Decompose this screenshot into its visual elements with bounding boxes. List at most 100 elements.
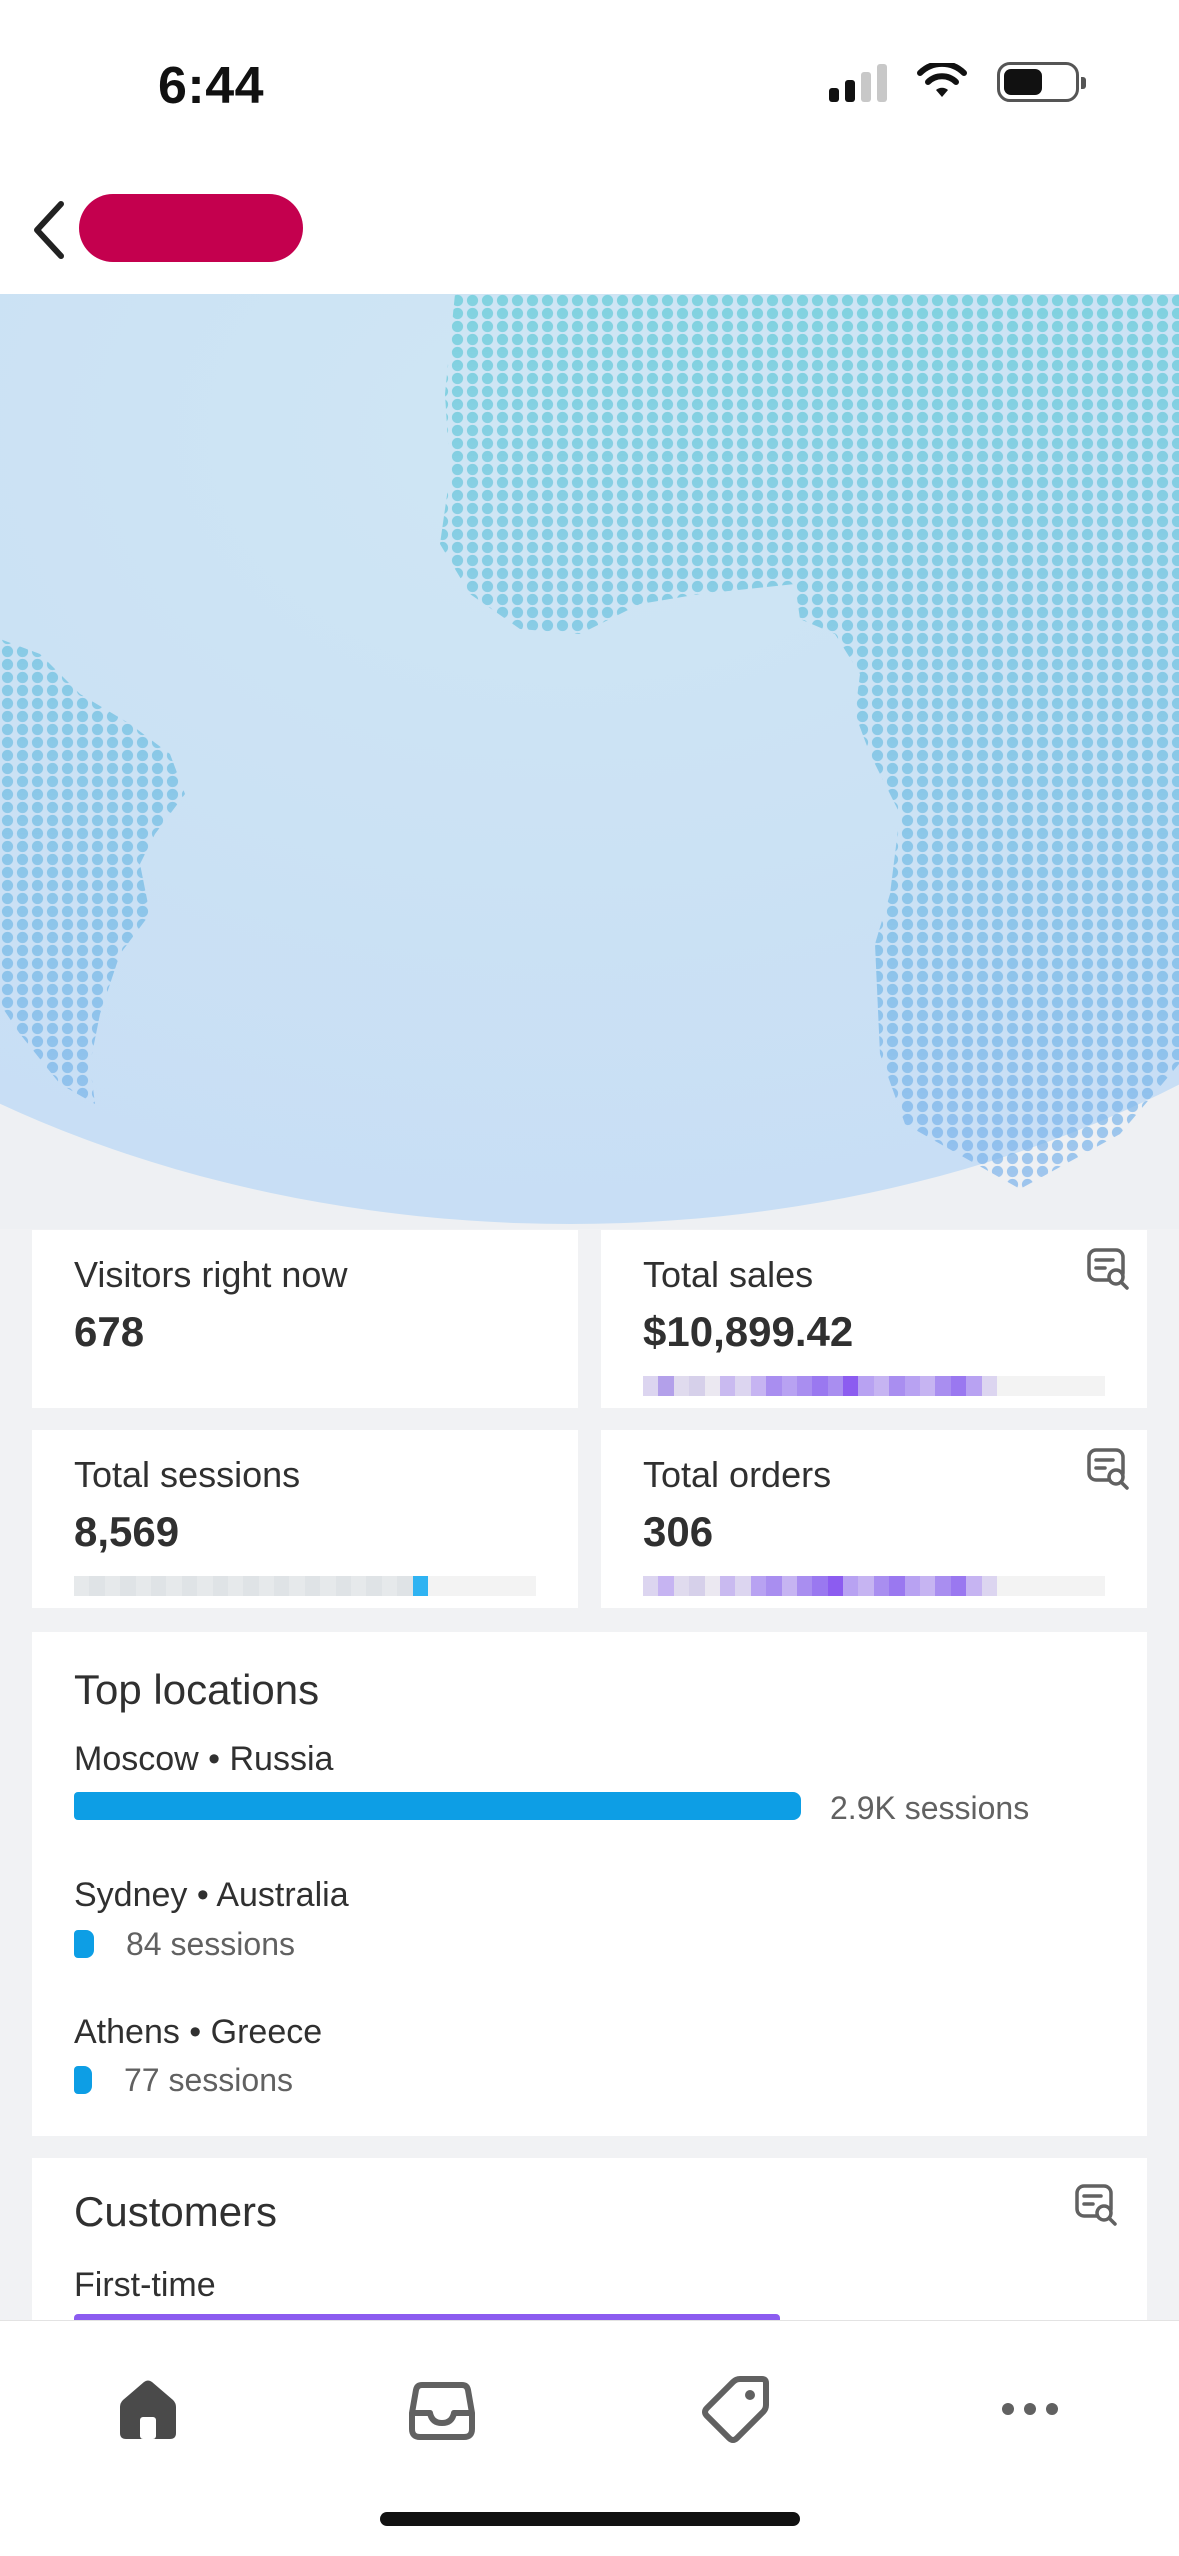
total-sessions-value: 8,569: [74, 1508, 180, 1555]
sparkline-segment: [950, 1576, 967, 1596]
home-icon: [120, 2380, 176, 2439]
sparkline-segment: [150, 1576, 167, 1596]
store-name-pill[interactable]: [79, 194, 303, 262]
sparkline-segment: [197, 1576, 213, 1596]
insights-icon[interactable]: [1071, 2180, 1121, 2230]
sparkline-segment: [227, 1576, 244, 1596]
status-bar: 6:44: [0, 0, 1179, 170]
sparkline-segment: [873, 1376, 890, 1396]
sparkline-segment: [796, 1576, 813, 1596]
sparkline-segment: [89, 1576, 105, 1596]
sparkline-segment: [212, 1576, 228, 1596]
total-orders-label: Total orders: [643, 1454, 832, 1495]
wifi-icon: [917, 63, 967, 97]
sparkline-segment: [843, 1376, 859, 1396]
navigation-bar: [0, 170, 1179, 294]
sparkline-segment: [858, 1376, 874, 1396]
sparkline-segment: [796, 1376, 813, 1396]
top-locations-card[interactable]: Top locations Moscow • Russia 2.9K sessi…: [32, 1632, 1147, 2136]
status-time: 6:44: [158, 57, 265, 115]
sparkline-segment: [120, 1576, 136, 1596]
visitors-card[interactable]: Visitors right now 678: [32, 1230, 578, 1408]
home-indicator: [380, 2512, 800, 2526]
sparkline-segment: [704, 1376, 720, 1396]
sparkline-segment: [966, 1576, 982, 1596]
sales-sparkline: [643, 1376, 1105, 1396]
inbox-icon: [409, 2382, 475, 2440]
visitors-value: 678: [74, 1308, 145, 1355]
total-sales-value: $10,899.42: [643, 1308, 854, 1355]
sparkline-segment: [689, 1376, 705, 1396]
sparkline-segment: [781, 1376, 797, 1396]
sparkline-segment: [658, 1376, 674, 1396]
status-icons: [829, 62, 1086, 102]
cellular-signal-icon: [829, 62, 887, 102]
customers-card[interactable]: Customers First-time: [32, 2158, 1147, 2320]
back-button[interactable]: [16, 192, 82, 268]
total-orders-card[interactable]: Total orders 306: [601, 1430, 1147, 1608]
sparkline-segment: [320, 1576, 336, 1596]
insights-icon[interactable]: [1083, 1244, 1133, 1294]
tab-more[interactable]: [982, 2361, 1078, 2457]
sparkline-segment: [889, 1376, 905, 1396]
tab-products[interactable]: [688, 2361, 784, 2457]
sparkline-segment: [827, 1576, 844, 1596]
location-name: Athens • Greece: [74, 2013, 323, 2051]
tab-orders[interactable]: [394, 2361, 490, 2457]
sparkline-segment: [135, 1576, 151, 1596]
location-name: Sydney • Australia: [74, 1876, 349, 1914]
sparkline-segment: [304, 1576, 321, 1596]
tag-icon: [702, 2376, 769, 2443]
sparkline-segment: [719, 1576, 736, 1596]
sparkline-segment: [981, 1576, 997, 1596]
orders-sparkline: [643, 1576, 1105, 1596]
total-sessions-label: Total sessions: [74, 1454, 301, 1495]
sparkline-segment: [643, 1576, 659, 1596]
sparkline-segment: [74, 1576, 90, 1596]
insights-icon[interactable]: [1083, 1444, 1133, 1494]
sparkline-segment: [935, 1576, 951, 1596]
total-orders-value: 306: [643, 1508, 714, 1555]
chevron-left-icon: [34, 201, 64, 259]
sparkline-segment: [166, 1576, 182, 1596]
total-sales-card[interactable]: Total sales $10,899.42: [601, 1230, 1147, 1408]
sparkline-segment: [873, 1576, 890, 1596]
sparkline-segment: [289, 1576, 305, 1596]
tab-home[interactable]: [100, 2361, 196, 2457]
location-sessions: 2.9K sessions: [830, 1790, 1030, 1826]
sparkline-segment: [704, 1576, 720, 1596]
sparkline-segment: [812, 1376, 828, 1396]
sparkline-segment: [735, 1576, 751, 1596]
sparkline-segment: [427, 1576, 444, 1596]
more-icon: [1002, 2403, 1058, 2415]
sessions-sparkline: [74, 1576, 536, 1596]
sparkline-segment: [181, 1576, 198, 1596]
sparkline-segment: [735, 1376, 751, 1396]
sparkline-segment: [766, 1576, 782, 1596]
sparkline-segment: [243, 1576, 259, 1596]
sparkline-segment: [920, 1576, 936, 1596]
live-globe-map[interactable]: [0, 294, 1179, 1229]
globe-graphic: [0, 294, 1179, 1229]
sparkline-segment: [719, 1376, 736, 1396]
sparkline-segment: [827, 1376, 844, 1396]
location-bar: [74, 2066, 92, 2094]
sparkline-segment: [673, 1576, 690, 1596]
location-bar: [74, 1792, 801, 1820]
location-name: Moscow • Russia: [74, 1740, 334, 1778]
sparkline-segment: [673, 1376, 690, 1396]
total-sales-label: Total sales: [643, 1254, 814, 1295]
sparkline-segment: [843, 1576, 859, 1596]
sparkline-segment: [950, 1376, 967, 1396]
sparkline-segment: [366, 1576, 382, 1596]
first-time-label: First-time: [74, 2266, 216, 2304]
sparkline-segment: [643, 1376, 659, 1396]
sparkline-segment: [781, 1576, 797, 1596]
sparkline-segment: [274, 1576, 290, 1596]
sparkline-segment: [766, 1376, 782, 1396]
sparkline-segment: [812, 1576, 828, 1596]
total-sessions-card[interactable]: Total sessions 8,569: [32, 1430, 578, 1608]
sparkline-segment: [335, 1576, 352, 1596]
sparkline-segment: [412, 1576, 428, 1596]
visitors-label: Visitors right now: [74, 1254, 348, 1295]
